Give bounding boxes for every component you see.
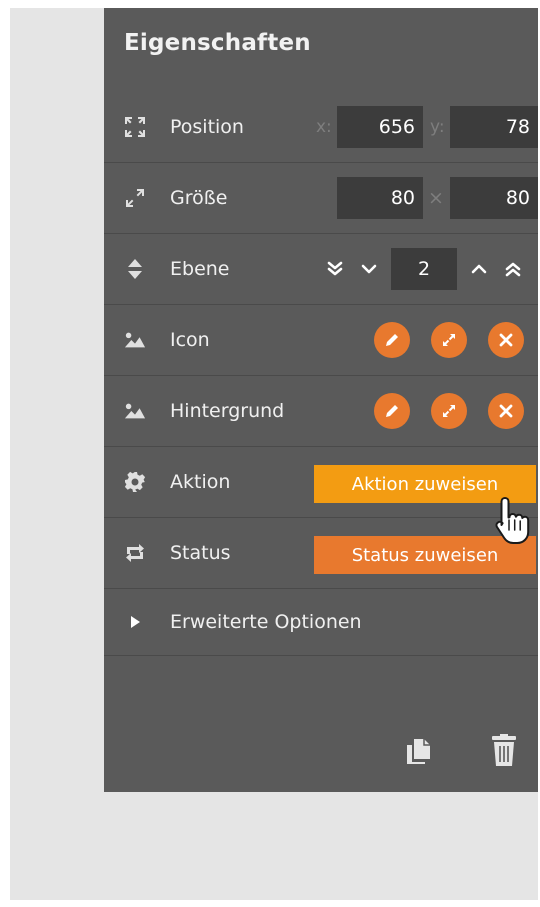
x-axis-label: x: [316,117,332,137]
position-row: Position x: 656 y: 78 [104,92,538,163]
icon-remove-button[interactable] [488,322,524,358]
pencil-icon [386,405,398,417]
expand-icon [443,334,455,346]
position-x-input[interactable]: 656 [337,106,423,148]
layer-label: Ebene [170,258,230,280]
background-row: Hintergrund [104,376,538,447]
caret-right-icon [124,611,146,633]
gear-icon [124,471,146,493]
hand-cursor-icon [493,494,533,550]
image-icon [124,400,146,422]
image-icon [124,329,146,351]
close-icon [499,333,513,347]
expand-icon [443,405,455,417]
background-edit-button[interactable] [374,393,410,429]
action-label: Aktion [170,471,231,493]
status-row: Status Status zuweisen [104,518,538,589]
background-label: Hintergrund [170,400,285,422]
position-y-input[interactable]: 78 [450,106,538,148]
panel-title: Eigenschaften [124,30,311,56]
size-row: Größe 80 × 80 [104,163,538,234]
icon-expand-button[interactable] [431,322,467,358]
advanced-options-row[interactable]: Erweiterte Optionen [104,589,538,656]
status-label: Status [170,542,231,564]
size-width-input[interactable]: 80 [337,177,423,219]
size-separator: × [428,187,444,209]
copy-icon[interactable] [404,736,434,766]
layer-up-icon[interactable] [468,258,490,280]
background-remove-button[interactable] [488,393,524,429]
size-label: Größe [170,187,228,209]
layer-row: Ebene 2 [104,234,538,305]
layer-input[interactable]: 2 [391,248,457,290]
trash-icon[interactable] [490,734,518,768]
resize-icon [124,187,146,209]
layer-top-icon[interactable] [502,258,524,280]
icon-label: Icon [170,329,210,351]
pencil-icon [386,334,398,346]
action-row: Aktion Aktion zuweisen [104,447,538,518]
layer-updown-icon [124,258,146,280]
position-icon [124,116,146,138]
icon-edit-button[interactable] [374,322,410,358]
advanced-options-label: Erweiterte Optionen [170,611,362,633]
position-label: Position [170,116,244,138]
layer-down-icon[interactable] [358,258,380,280]
layer-bottom-icon[interactable] [324,258,346,280]
y-axis-label: y: [430,117,445,137]
size-height-input[interactable]: 80 [450,177,538,219]
icon-row: Icon [104,305,538,376]
close-icon [499,404,513,418]
background-expand-button[interactable] [431,393,467,429]
refresh-icon [124,542,146,564]
properties-panel: Eigenschaften Position x: 656 y: 78 Größ… [104,8,538,792]
